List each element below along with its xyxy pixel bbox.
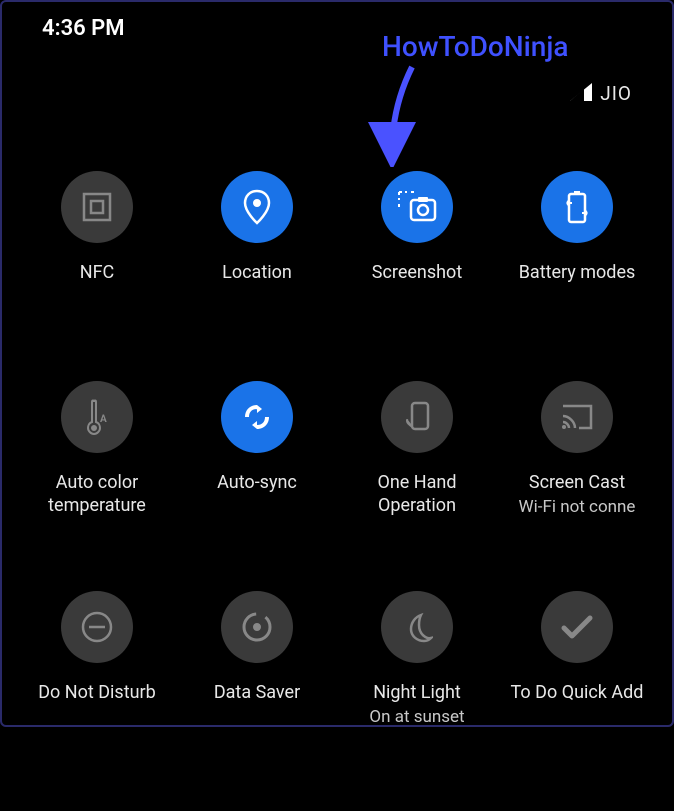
tile-one-hand[interactable]: One Hand Operation (342, 381, 492, 581)
tile-label: One Hand Operation (342, 471, 492, 518)
tile-auto-color-temp[interactable]: A Auto color temperature (22, 381, 172, 581)
tile-label: Do Not Disturb (34, 681, 160, 704)
onehand-icon (381, 381, 453, 453)
signal-status: JIO (570, 82, 632, 105)
tile-night-light[interactable]: Night Light On at sunset (342, 591, 492, 791)
carrier-label: JIO (600, 82, 632, 105)
tile-label: Auto color temperature (22, 471, 172, 518)
tile-label: Screenshot (368, 261, 466, 284)
location-icon (221, 171, 293, 243)
screenshot-icon (381, 171, 453, 243)
tile-screenshot[interactable]: Screenshot (342, 171, 492, 371)
tile-label: Location (218, 261, 296, 284)
tile-sublabel: On at sunset (369, 706, 464, 728)
tile-location[interactable]: Location (182, 171, 332, 371)
tile-label: NFC (76, 261, 119, 284)
tile-todo-quick-add[interactable]: To Do Quick Add (502, 591, 652, 791)
status-bar: 4:36 PM (2, 2, 672, 51)
dnd-icon (61, 591, 133, 663)
sync-icon (221, 381, 293, 453)
night-icon (381, 591, 453, 663)
battery-icon (541, 171, 613, 243)
datasaver-icon (221, 591, 293, 663)
signal-icon (570, 83, 592, 105)
tile-label: To Do Quick Add (507, 681, 648, 704)
tile-label: Data Saver (210, 681, 304, 704)
tile-sublabel: Wi-Fi not conne (519, 496, 636, 518)
svg-text:A: A (100, 414, 107, 425)
watermark-text: HowToDoNinja (382, 30, 568, 63)
tile-label: Night Light (369, 681, 465, 704)
tile-battery-modes[interactable]: Battery modes (502, 171, 652, 371)
tile-label: Battery modes (515, 261, 640, 284)
annotation-arrow (332, 57, 422, 167)
cast-icon (541, 381, 613, 453)
tile-screen-cast[interactable]: Screen Cast Wi-Fi not conne (502, 381, 652, 581)
tile-nfc[interactable]: NFC (22, 171, 172, 371)
tile-data-saver[interactable]: Data Saver (182, 591, 332, 791)
tile-label: Auto-sync (213, 471, 301, 494)
tile-label: Screen Cast (525, 471, 629, 494)
thermometer-icon: A (61, 381, 133, 453)
clock-time: 4:36 PM (42, 16, 125, 41)
tile-dnd[interactable]: Do Not Disturb (22, 591, 172, 791)
tile-auto-sync[interactable]: Auto-sync (182, 381, 332, 581)
todo-icon (541, 591, 613, 663)
nfc-icon (61, 171, 133, 243)
